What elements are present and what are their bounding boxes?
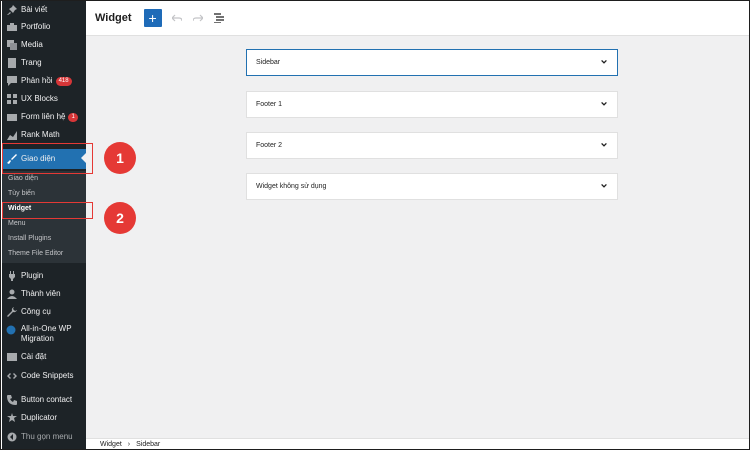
submenu-theme-file-editor[interactable]: Theme File Editor (8, 250, 63, 257)
highlight-box-step-1 (2, 143, 93, 174)
sidebar-item-plugins[interactable]: Plugin (2, 267, 86, 285)
sidebar-item-media[interactable]: Media (2, 36, 86, 54)
sidebar-item-label: Thành viên (21, 289, 61, 298)
widget-area-label: Sidebar (256, 59, 281, 66)
sidebar-item-rank-math[interactable]: Rank Math (2, 126, 86, 144)
media-icon (6, 40, 17, 51)
widget-area-footer-2[interactable]: Footer 2 (246, 132, 618, 159)
sidebar-item-portfolio[interactable]: Portfolio (2, 18, 86, 36)
step-2-marker: 2 (104, 202, 136, 234)
highlight-box-step-2 (2, 202, 93, 219)
code-icon (6, 371, 17, 382)
sidebar-item-label: Button contact (21, 395, 73, 404)
sidebar-item-label: Bài viết (21, 5, 48, 14)
sidebar-item-ux-blocks[interactable]: UX Blocks (2, 90, 86, 108)
submenu-install-plugins[interactable]: Install Plugins (8, 235, 51, 242)
phone-icon (6, 395, 17, 406)
widget-area-inactive[interactable]: Widget không sử dụng (246, 173, 618, 200)
sidebar-item-label: Phản hồi (21, 76, 53, 85)
chevron-down-icon[interactable] (600, 182, 608, 192)
comments-count-badge: 418 (55, 76, 72, 86)
step-1-marker: 1 (104, 142, 136, 174)
migration-icon (6, 324, 17, 335)
sidebar-item-migration[interactable]: All-in-One WP Migration (2, 321, 86, 345)
submenu-customize[interactable]: Tùy biến (8, 190, 35, 197)
sidebar-item-label: Code Snippets (21, 371, 74, 380)
breadcrumb: Widget › Sidebar (86, 438, 749, 449)
sidebar-item-label: Media (21, 40, 43, 49)
plugin-icon (6, 271, 17, 282)
admin-sidebar: Bài viết Portfolio Media Trang Phản hồi … (2, 1, 86, 449)
sidebar-item-comments[interactable]: Phản hồi 418 (2, 72, 86, 90)
sidebar-item-posts[interactable]: Bài viết (2, 1, 86, 19)
blocks-icon (6, 94, 17, 105)
sidebar-item-settings[interactable]: Cài đặt (2, 348, 86, 366)
submenu-themes[interactable]: Giao diện (8, 175, 38, 182)
sidebar-item-duplicator[interactable]: Duplicator (2, 409, 86, 427)
wrench-icon (6, 307, 17, 318)
contact-form-badge: 1 (68, 112, 78, 122)
breadcrumb-separator: › (127, 441, 131, 448)
pin-icon (6, 5, 17, 16)
sidebar-item-label: All-in-One WP Migration (20, 324, 72, 343)
sidebar-item-label: Trang (21, 58, 42, 67)
collapse-menu-button[interactable]: Thu gọn menu (2, 428, 86, 446)
widget-area-label: Footer 1 (256, 101, 283, 108)
users-icon (6, 289, 17, 300)
sidebar-item-code-snippets[interactable]: Code Snippets (2, 367, 86, 385)
sidebar-item-label: Portfolio (21, 22, 51, 31)
list-view-icon[interactable] (213, 12, 225, 24)
breadcrumb-item-widget[interactable]: Widget (100, 441, 122, 448)
sidebar-item-label: Cài đặt (21, 352, 47, 361)
screenshot-frame: Bài viết Portfolio Media Trang Phản hồi … (0, 0, 750, 450)
add-block-button[interactable]: + (143, 9, 162, 27)
sidebar-item-label: UX Blocks (21, 94, 58, 103)
page-icon (6, 58, 17, 69)
widget-area-sidebar[interactable]: Sidebar (246, 49, 618, 76)
mail-icon (6, 112, 17, 123)
sidebar-item-pages[interactable]: Trang (2, 54, 86, 72)
submenu-menus[interactable]: Menu (8, 220, 26, 227)
undo-icon[interactable] (171, 12, 183, 24)
sidebar-item-label: Plugin (21, 271, 44, 280)
sidebar-item-label: Rank Math (21, 130, 60, 139)
breadcrumb-item-sidebar[interactable]: Sidebar (136, 441, 160, 448)
sidebar-item-label: Thu gọn menu (21, 432, 73, 441)
chevron-down-icon[interactable] (600, 100, 608, 110)
chart-icon (6, 130, 17, 141)
redo-icon[interactable] (192, 12, 204, 24)
widget-area-label: Footer 2 (256, 142, 283, 149)
page-title: Widget (95, 12, 132, 24)
editor-header: Widget + (86, 1, 749, 36)
widget-area-footer-1[interactable]: Footer 1 (246, 91, 618, 118)
widget-areas-canvas: Sidebar Footer 1 Footer 2 Widget không s… (86, 36, 749, 438)
sidebar-item-tools[interactable]: Công cụ (2, 303, 86, 321)
sidebar-item-users[interactable]: Thành viên (2, 285, 86, 303)
sidebar-item-label: Form liên hệ (21, 112, 66, 121)
sidebar-item-contact-form[interactable]: Form liên hệ 1 (2, 108, 86, 126)
sidebar-item-label: Công cụ (21, 307, 51, 316)
sidebar-item-label: Duplicator (21, 413, 58, 422)
settings-icon (6, 352, 17, 363)
widget-area-label: Widget không sử dụng (256, 183, 327, 190)
sidebar-item-button-contact[interactable]: Button contact (2, 391, 86, 409)
collapse-icon (6, 432, 17, 443)
duplicator-icon (6, 413, 17, 424)
chevron-down-icon[interactable] (600, 58, 608, 68)
chevron-down-icon[interactable] (600, 141, 608, 151)
comments-icon (6, 76, 17, 87)
portfolio-icon (6, 22, 17, 33)
